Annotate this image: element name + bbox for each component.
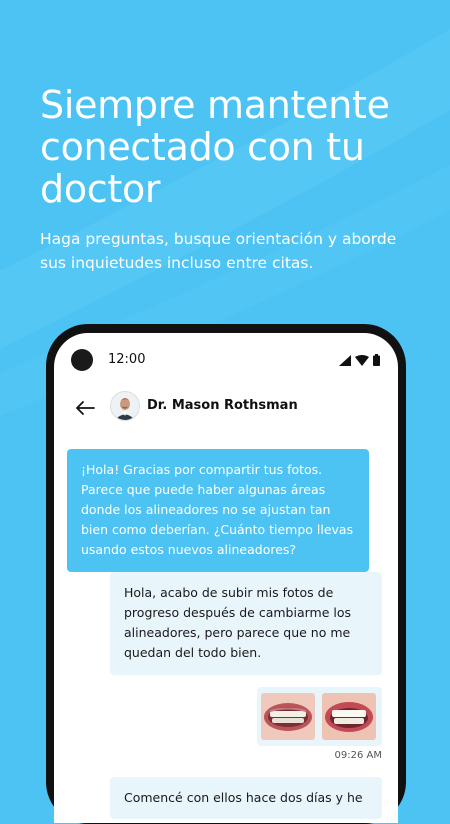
message-text: Hola, acabo de subir mis fotos de progre… — [124, 585, 352, 660]
photo-attachment-message — [257, 687, 382, 746]
phone-mockup: 12:00 Dr. Mason Rothsman ¡Hola! Gracias … — [46, 324, 406, 824]
teeth-photo-1[interactable] — [261, 693, 315, 740]
status-bar: 12:00 — [54, 333, 398, 383]
message-text: Comencé con ellos hace dos días y he — [124, 790, 363, 805]
wifi-icon — [355, 354, 369, 366]
message-timestamp: 09:26 AM — [334, 750, 382, 761]
front-camera — [71, 349, 93, 371]
message-text: ¡Hola! Gracias por compartir tus fotos. … — [81, 462, 354, 557]
status-icons — [339, 354, 380, 366]
hero-title: Siempre mantente conectado con tu doctor — [40, 83, 390, 211]
status-time: 12:00 — [108, 352, 146, 367]
signal-icon — [339, 354, 351, 366]
teeth-photo-2[interactable] — [322, 693, 376, 740]
message-outgoing: Hola, acabo de subir mis fotos de progre… — [110, 572, 382, 675]
doctor-avatar[interactable] — [110, 391, 140, 421]
hero-subtitle: Haga preguntas, busque orientación y abo… — [40, 230, 397, 272]
message-incoming: ¡Hola! Gracias por compartir tus fotos. … — [67, 449, 369, 572]
doctor-name: Dr. Mason Rothsman — [147, 398, 298, 413]
battery-icon — [373, 354, 380, 366]
chat-header: Dr. Mason Rothsman — [54, 383, 398, 433]
arrow-left-icon[interactable] — [74, 397, 96, 419]
phone-screen: 12:00 Dr. Mason Rothsman ¡Hola! Gracias … — [54, 333, 398, 823]
message-outgoing: Comencé con ellos hace dos días y he — [110, 777, 382, 819]
